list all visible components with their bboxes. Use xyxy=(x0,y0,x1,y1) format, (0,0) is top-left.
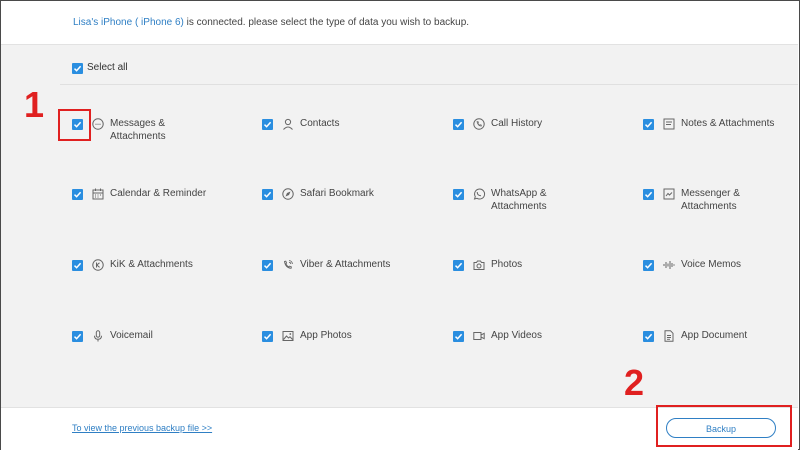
previous-backup-link[interactable]: To view the previous backup file >> xyxy=(72,423,212,433)
safari-bookmark-checkbox[interactable] xyxy=(262,189,273,200)
app-photos-checkbox[interactable] xyxy=(262,331,273,342)
messages-and-attachments-label: Messages & Attachments xyxy=(110,118,166,142)
camera-icon xyxy=(472,258,486,272)
message-icon xyxy=(91,117,105,131)
voicemail-checkbox[interactable] xyxy=(72,331,83,342)
notes-and-attachments-label: Notes & Attachments xyxy=(681,118,775,129)
annotation-box-step1 xyxy=(58,109,91,141)
annotation-number-step1: 1 xyxy=(24,84,45,125)
whatsapp-and-attachments-checkbox[interactable] xyxy=(453,189,464,200)
calendar-and-reminder-checkbox[interactable] xyxy=(72,189,83,200)
viber-and-attachments-checkbox[interactable] xyxy=(262,260,273,271)
messenger-and-attachments-label: Messenger & Attachments xyxy=(681,188,740,212)
device-name: Lisa's iPhone ( iPhone 6) xyxy=(73,17,184,28)
person-icon xyxy=(281,117,295,131)
viber-icon xyxy=(281,258,295,272)
messenger-icon xyxy=(662,187,676,201)
app-document-label: App Document xyxy=(681,330,748,341)
photos-label: Photos xyxy=(491,259,523,270)
calendar-and-reminder-label: Calendar & Reminder xyxy=(110,188,207,199)
video-icon xyxy=(472,329,486,343)
calendar-icon xyxy=(91,187,105,201)
call-history-checkbox[interactable] xyxy=(453,119,464,130)
document-icon xyxy=(662,329,676,343)
voicemail-label: Voicemail xyxy=(110,330,153,341)
image-icon xyxy=(281,329,295,343)
notes-and-attachments-checkbox[interactable] xyxy=(643,119,654,130)
contacts-label: Contacts xyxy=(300,118,340,129)
app-videos-checkbox[interactable] xyxy=(453,331,464,342)
safari-bookmark-label: Safari Bookmark xyxy=(300,188,374,199)
note-icon xyxy=(662,117,676,131)
viber-and-attachments-label: Viber & Attachments xyxy=(300,259,391,270)
connection-message: is connected. please select the type of … xyxy=(183,17,470,28)
waveform-icon xyxy=(662,258,676,272)
kik-icon xyxy=(91,258,105,272)
compass-icon xyxy=(281,187,295,201)
whatsapp-icon xyxy=(472,187,486,201)
app-document-checkbox[interactable] xyxy=(643,331,654,342)
voice-memos-label: Voice Memos xyxy=(681,259,742,270)
photos-checkbox[interactable] xyxy=(453,260,464,271)
connection-status-bar: Lisa's iPhone ( iPhone 6) is connected. … xyxy=(1,1,798,45)
contacts-checkbox[interactable] xyxy=(262,119,273,130)
call-history-label: Call History xyxy=(491,118,543,129)
microphone-icon xyxy=(91,329,105,343)
annotation-number-step2: 2 xyxy=(624,362,645,403)
annotation-box-step2 xyxy=(656,405,792,447)
select-all-checkbox[interactable] xyxy=(72,63,83,74)
whatsapp-and-attachments-label: WhatsApp & Attachments xyxy=(491,188,547,212)
app-photos-label: App Photos xyxy=(300,330,352,341)
kik-and-attachments-label: KiK & Attachments xyxy=(110,259,193,270)
select-all-label: Select all xyxy=(87,62,128,73)
data-type-panel xyxy=(1,45,798,407)
voice-memos-checkbox[interactable] xyxy=(643,260,654,271)
kik-and-attachments-checkbox[interactable] xyxy=(72,260,83,271)
app-videos-label: App Videos xyxy=(491,330,542,341)
divider xyxy=(60,84,798,85)
messenger-and-attachments-checkbox[interactable] xyxy=(643,189,654,200)
phone-icon xyxy=(472,117,486,131)
